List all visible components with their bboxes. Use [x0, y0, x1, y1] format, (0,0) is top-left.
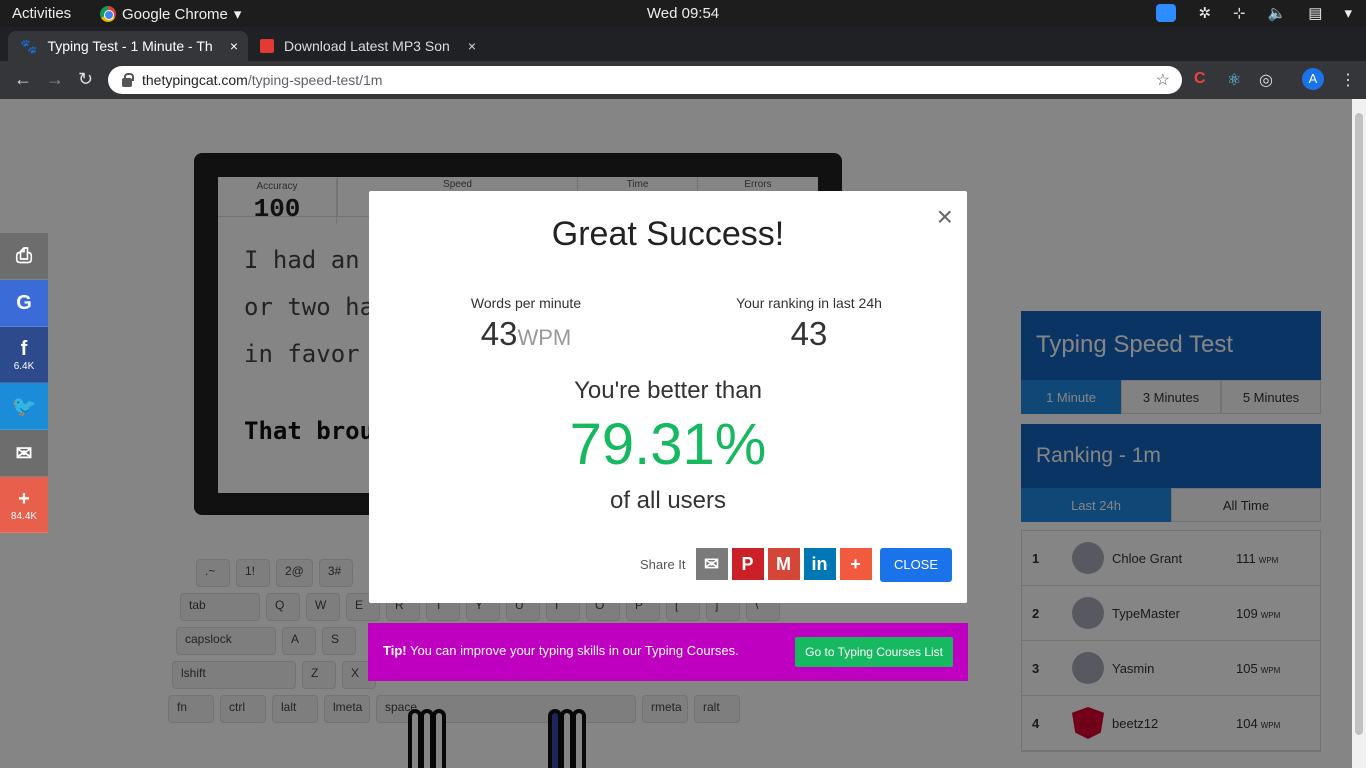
tab-title: Typing Test - 1 Minute - Th	[47, 38, 213, 54]
share-sidebar: ⎙ G f 6.4K 🐦 ✉ +84.4K	[0, 233, 48, 533]
better-than-text: You're better than	[574, 377, 762, 404]
react-devtools-icon[interactable]: ⚛	[1227, 70, 1241, 90]
twitter-icon: 🐦	[11, 395, 37, 418]
email-share-button[interactable]: ✉	[0, 430, 48, 477]
percentile-value: 79.31%	[569, 412, 767, 477]
browser-toolbar: ← → ↻ thetypingcat.com/typing-speed-test…	[0, 61, 1366, 99]
tab-download-mp3[interactable]: Download Latest MP3 Son ×	[252, 31, 486, 61]
star-icon[interactable]: ☆	[1156, 70, 1170, 90]
close-button[interactable]: CLOSE	[880, 548, 952, 582]
url-host: thetypingcat.com	[142, 72, 248, 88]
system-tray[interactable]: ✲ ⊹ 🔈 ▤ ▾	[1156, 4, 1352, 22]
wpm-label: Words per minute	[470, 295, 582, 311]
forward-icon[interactable]: →	[46, 69, 64, 90]
lock-icon	[122, 72, 134, 87]
email-icon: ✉	[15, 442, 33, 465]
target-extension-icon[interactable]: ◎	[1259, 70, 1273, 90]
tab-strip: 🐾 Typing Test - 1 Minute - Th × Download…	[0, 27, 1366, 79]
share-count: 84.4K	[10, 510, 38, 522]
google-icon: G	[16, 291, 32, 314]
tip-bar: Tip! You can improve your typing skills …	[368, 623, 968, 681]
address-bar[interactable]: thetypingcat.com/typing-speed-test/1m ☆	[108, 66, 1182, 94]
tip-prefix: Tip!	[383, 643, 407, 658]
battery-icon[interactable]: ▤	[1308, 4, 1322, 22]
url-path: /typing-speed-test/1m	[247, 72, 383, 88]
page-scrollbar[interactable]	[1352, 99, 1366, 768]
modal-title: Great Success!	[551, 215, 785, 253]
close-icon[interactable]: ×	[230, 38, 238, 54]
tab-typing-test[interactable]: 🐾 Typing Test - 1 Minute - Th ×	[8, 31, 248, 61]
system-top-bar: Activities Google Chrome ▾ Wed 09:54 ✲ ⊹…	[0, 0, 1366, 27]
gmail-icon[interactable]: M	[767, 548, 800, 580]
share-row: Share It ✉ P M in +	[640, 548, 872, 580]
wpm-value: 43WPM	[480, 315, 572, 352]
menu-icon[interactable]: ⋮	[1340, 70, 1356, 90]
ranking-block: Your ranking in last 24h 43	[709, 295, 909, 353]
plus-icon: +	[18, 487, 30, 510]
ranking-label: Your ranking in last 24h	[736, 295, 882, 311]
zoom-icon[interactable]	[1156, 4, 1177, 22]
tab-title: Download Latest MP3 Son	[284, 38, 450, 54]
chevron-down-icon[interactable]: ▾	[1344, 4, 1352, 22]
google-share-button[interactable]: G	[0, 280, 48, 327]
of-all-users-text: of all users	[609, 487, 727, 514]
reload-icon[interactable]: ↻	[78, 69, 93, 90]
pinterest-icon[interactable]: P	[731, 548, 764, 580]
email-icon[interactable]: ✉	[695, 548, 728, 580]
plus-icon[interactable]: +	[839, 548, 872, 580]
slack-icon[interactable]: ✲	[1198, 4, 1211, 22]
result-modal: × Great Success! Words per minute 43WPM …	[369, 191, 967, 603]
close-icon[interactable]: ×	[468, 38, 476, 54]
facebook-share-button[interactable]: f 6.4K	[0, 327, 48, 383]
share-count: 6.4K	[13, 360, 35, 372]
extension-icon[interactable]: C	[1194, 70, 1206, 88]
print-icon: ⎙	[16, 244, 32, 267]
facebook-icon: f	[20, 337, 28, 360]
share-label: Share It	[640, 556, 686, 572]
back-icon[interactable]: ←	[14, 69, 32, 90]
scrollbar-thumb[interactable]	[1355, 113, 1363, 735]
twitter-share-button[interactable]: 🐦	[0, 383, 48, 430]
site-favicon-icon	[260, 39, 274, 53]
tip-text: You can improve your typing skills in ou…	[406, 643, 739, 658]
network-icon[interactable]: ⊹	[1233, 4, 1246, 22]
paw-icon: 🐾	[20, 37, 38, 54]
ranking-value: 43	[790, 315, 828, 352]
linkedin-icon[interactable]: in	[803, 548, 836, 580]
print-button[interactable]: ⎙	[0, 233, 48, 280]
avatar[interactable]: A	[1302, 68, 1324, 90]
wpm-block: Words per minute 43WPM	[426, 295, 626, 353]
volume-icon[interactable]: 🔈	[1268, 4, 1287, 22]
more-share-button[interactable]: +84.4K	[0, 477, 48, 533]
typing-courses-button[interactable]: Go to Typing Courses List	[795, 637, 953, 667]
